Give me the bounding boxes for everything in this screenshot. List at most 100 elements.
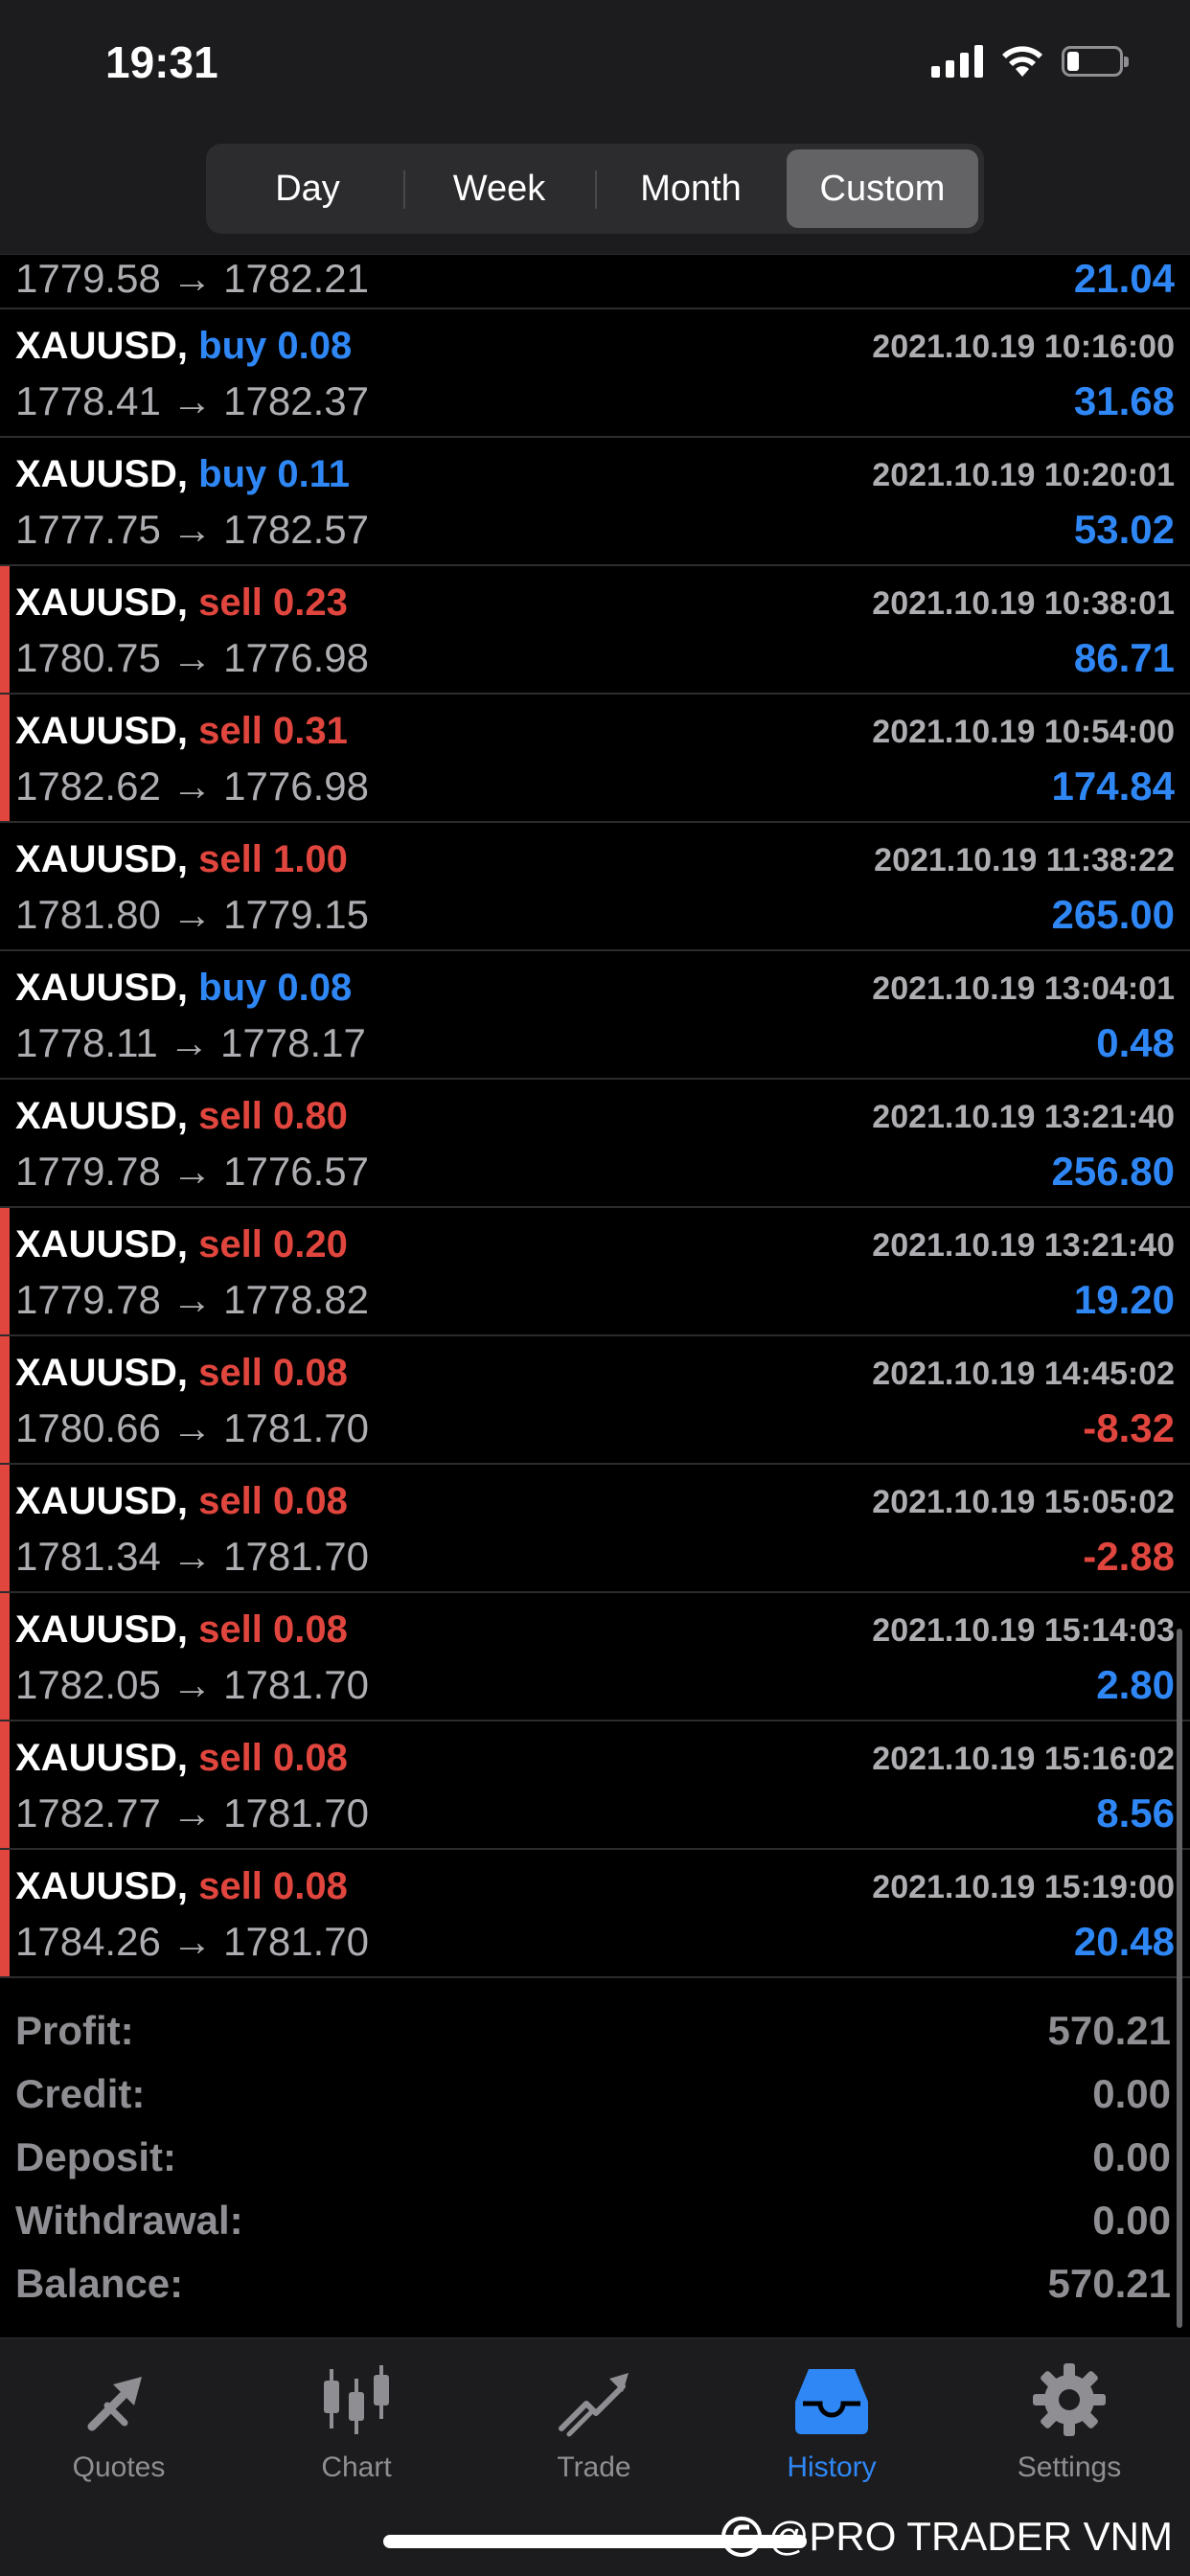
watermark-text: @PRO TRADER VNM <box>767 2514 1173 2559</box>
chart-icon <box>324 2365 389 2434</box>
deal-time: 2021.10.19 11:38:22 <box>874 842 1175 878</box>
summary-row: Profit: 570.21 <box>0 1993 1190 2056</box>
status-time: 19:31 <box>105 37 218 87</box>
deal-row[interactable]: XAUUSD, buy 0.11 2021.10.19 10:20:01 1777.… <box>0 438 1190 566</box>
deal-profit: 31.68 <box>1073 378 1175 423</box>
summary-label: Credit: <box>15 2071 146 2116</box>
deal-header: XAUUSD, sell 0.23 <box>15 581 348 625</box>
deal-side: sell 0.20 <box>198 1223 348 1265</box>
deal-time: 2021.10.19 15:14:03 <box>872 1612 1175 1649</box>
deal-prices: 1780.66 → 1781.70 <box>15 1405 369 1450</box>
deal-profit: -8.32 <box>1083 1405 1175 1450</box>
deal-time: 2021.10.19 15:05:02 <box>872 1484 1175 1520</box>
deal-side: sell 0.08 <box>198 1737 348 1779</box>
summary-value: 570.21 <box>1047 2261 1171 2306</box>
deal-row[interactable]: XAUUSD, sell 0.08 2021.10.19 14:45:02 1780… <box>0 1336 1190 1465</box>
sell-marker <box>0 695 10 821</box>
tab-label: Chart <box>321 2451 392 2483</box>
sell-marker <box>0 1336 10 1463</box>
tab-quotes[interactable]: Quotes <box>0 2338 238 2501</box>
deal-row[interactable]: XAUUSD, sell 0.08 2021.10.19 15:14:03 1782… <box>0 1593 1190 1721</box>
scrollbar[interactable] <box>1177 1629 1182 2328</box>
deal-time: 2021.10.19 13:04:01 <box>872 970 1175 1007</box>
deal-symbol: XAUUSD, <box>15 581 189 624</box>
deal-time: 2021.10.19 10:54:00 <box>872 714 1175 750</box>
tab-label: Quotes <box>72 2451 166 2483</box>
sell-marker <box>0 1721 10 1848</box>
deal-side: sell 0.80 <box>198 1095 348 1137</box>
cellular-signal-icon <box>931 45 983 78</box>
summary-label: Withdrawal: <box>15 2198 243 2243</box>
deal-symbol: XAUUSD, <box>15 1608 189 1651</box>
deal-symbol: XAUUSD, <box>15 453 189 495</box>
deal-time: 2021.10.19 13:21:40 <box>872 1099 1175 1135</box>
period-month[interactable]: Month <box>595 149 787 228</box>
tab-settings[interactable]: Settings <box>950 2338 1188 2501</box>
deals-list[interactable]: 1779.58 → 1782.21 21.04 XAUUSD, buy 0.08… <box>0 254 1190 1978</box>
deal-header: XAUUSD, sell 0.08 <box>15 1865 348 1908</box>
deal-time: 2021.10.19 10:16:00 <box>872 329 1175 365</box>
deal-time: 2021.10.19 14:45:02 <box>872 1356 1175 1392</box>
trade-icon <box>559 2373 629 2437</box>
deal-symbol: XAUUSD, <box>15 325 189 367</box>
deal-row-partial[interactable]: 1779.58 → 1782.21 21.04 <box>0 254 1190 309</box>
deal-side: buy 0.11 <box>198 453 351 495</box>
deal-profit: 174.84 <box>1051 764 1175 809</box>
period-custom[interactable]: Custom <box>787 149 978 228</box>
deal-row[interactable]: XAUUSD, buy 0.08 2021.10.19 13:04:01 1778.… <box>0 951 1190 1080</box>
summary-value: 0.00 <box>1092 2071 1171 2116</box>
deal-header: XAUUSD, buy 0.11 <box>15 453 350 496</box>
deal-prices: 1782.77 → 1781.70 <box>15 1790 369 1835</box>
deal-row[interactable]: XAUUSD, buy 0.08 2021.10.19 10:16:00 1778.… <box>0 309 1190 438</box>
summary-panel: Profit: 570.21 Credit: 0.00 Deposit: 0.00 With… <box>0 1993 1190 2309</box>
deal-prices: 1778.41 → 1782.37 <box>15 378 369 423</box>
deal-header: XAUUSD, sell 1.00 <box>15 838 348 881</box>
deal-row[interactable]: XAUUSD, sell 0.08 2021.10.19 15:16:02 1782… <box>0 1721 1190 1850</box>
tab-history[interactable]: History <box>713 2338 950 2501</box>
sell-marker <box>0 1593 10 1720</box>
deal-profit: 0.48 <box>1096 1020 1175 1065</box>
deal-header: XAUUSD, sell 0.20 <box>15 1223 348 1266</box>
deal-profit: 53.02 <box>1073 507 1175 552</box>
tab-label: Settings <box>1017 2451 1122 2483</box>
deal-prices: 1782.62 → 1776.98 <box>15 764 369 809</box>
deal-time: 2021.10.19 15:16:02 <box>872 1741 1175 1777</box>
wifi-icon <box>1002 46 1042 77</box>
deal-profit: 8.56 <box>1096 1790 1175 1835</box>
tab-chart[interactable]: Chart <box>238 2338 475 2501</box>
deal-profit: 19.20 <box>1073 1277 1175 1322</box>
deal-row[interactable]: XAUUSD, sell 0.08 2021.10.19 15:05:02 1781… <box>0 1465 1190 1593</box>
deal-side: buy 0.08 <box>198 325 353 367</box>
deal-symbol: XAUUSD, <box>15 1223 189 1265</box>
deal-prices: 1782.05 → 1781.70 <box>15 1662 369 1707</box>
deal-row[interactable]: XAUUSD, sell 0.31 2021.10.19 10:54:00 1782… <box>0 695 1190 823</box>
deal-row[interactable]: XAUUSD, sell 0.20 2021.10.19 13:21:40 1779… <box>0 1208 1190 1336</box>
deal-row[interactable]: XAUUSD, sell 0.08 2021.10.19 15:19:00 1784… <box>0 1850 1190 1978</box>
summary-label: Profit: <box>15 2008 134 2053</box>
summary-row: Deposit: 0.00 <box>0 2119 1190 2182</box>
deal-prices: 1779.58 → 1782.21 <box>15 256 369 301</box>
period-day[interactable]: Day <box>212 149 403 228</box>
deal-symbol: XAUUSD, <box>15 1737 189 1779</box>
sell-marker <box>0 1850 10 1976</box>
deal-side: sell 0.08 <box>198 1480 348 1522</box>
deal-profit: 86.71 <box>1073 635 1175 680</box>
tab-trade[interactable]: Trade <box>475 2338 713 2501</box>
deal-row[interactable]: XAUUSD, sell 0.23 2021.10.19 10:38:01 1780… <box>0 566 1190 695</box>
period-week[interactable]: Week <box>403 149 595 228</box>
deal-header: XAUUSD, sell 0.80 <box>15 1095 348 1138</box>
deal-row[interactable]: XAUUSD, sell 1.00 2021.10.19 11:38:22 1781… <box>0 823 1190 951</box>
summary-row: Withdrawal: 0.00 <box>0 2182 1190 2245</box>
deal-time: 2021.10.19 10:20:01 <box>872 457 1175 493</box>
status-icons <box>931 42 1129 80</box>
deal-row[interactable]: XAUUSD, sell 0.80 2021.10.19 13:21:40 1779… <box>0 1080 1190 1208</box>
deal-profit: 256.80 <box>1051 1149 1175 1194</box>
deal-side: buy 0.08 <box>198 967 353 1009</box>
summary-value: 0.00 <box>1092 2198 1171 2243</box>
home-indicator[interactable] <box>383 2535 807 2548</box>
deal-symbol: XAUUSD, <box>15 838 189 880</box>
summary-row: Credit: 0.00 <box>0 2056 1190 2119</box>
deal-side: sell 1.00 <box>198 838 348 880</box>
deal-time: 2021.10.19 15:19:00 <box>872 1869 1175 1905</box>
summary-value: 570.21 <box>1047 2008 1171 2053</box>
